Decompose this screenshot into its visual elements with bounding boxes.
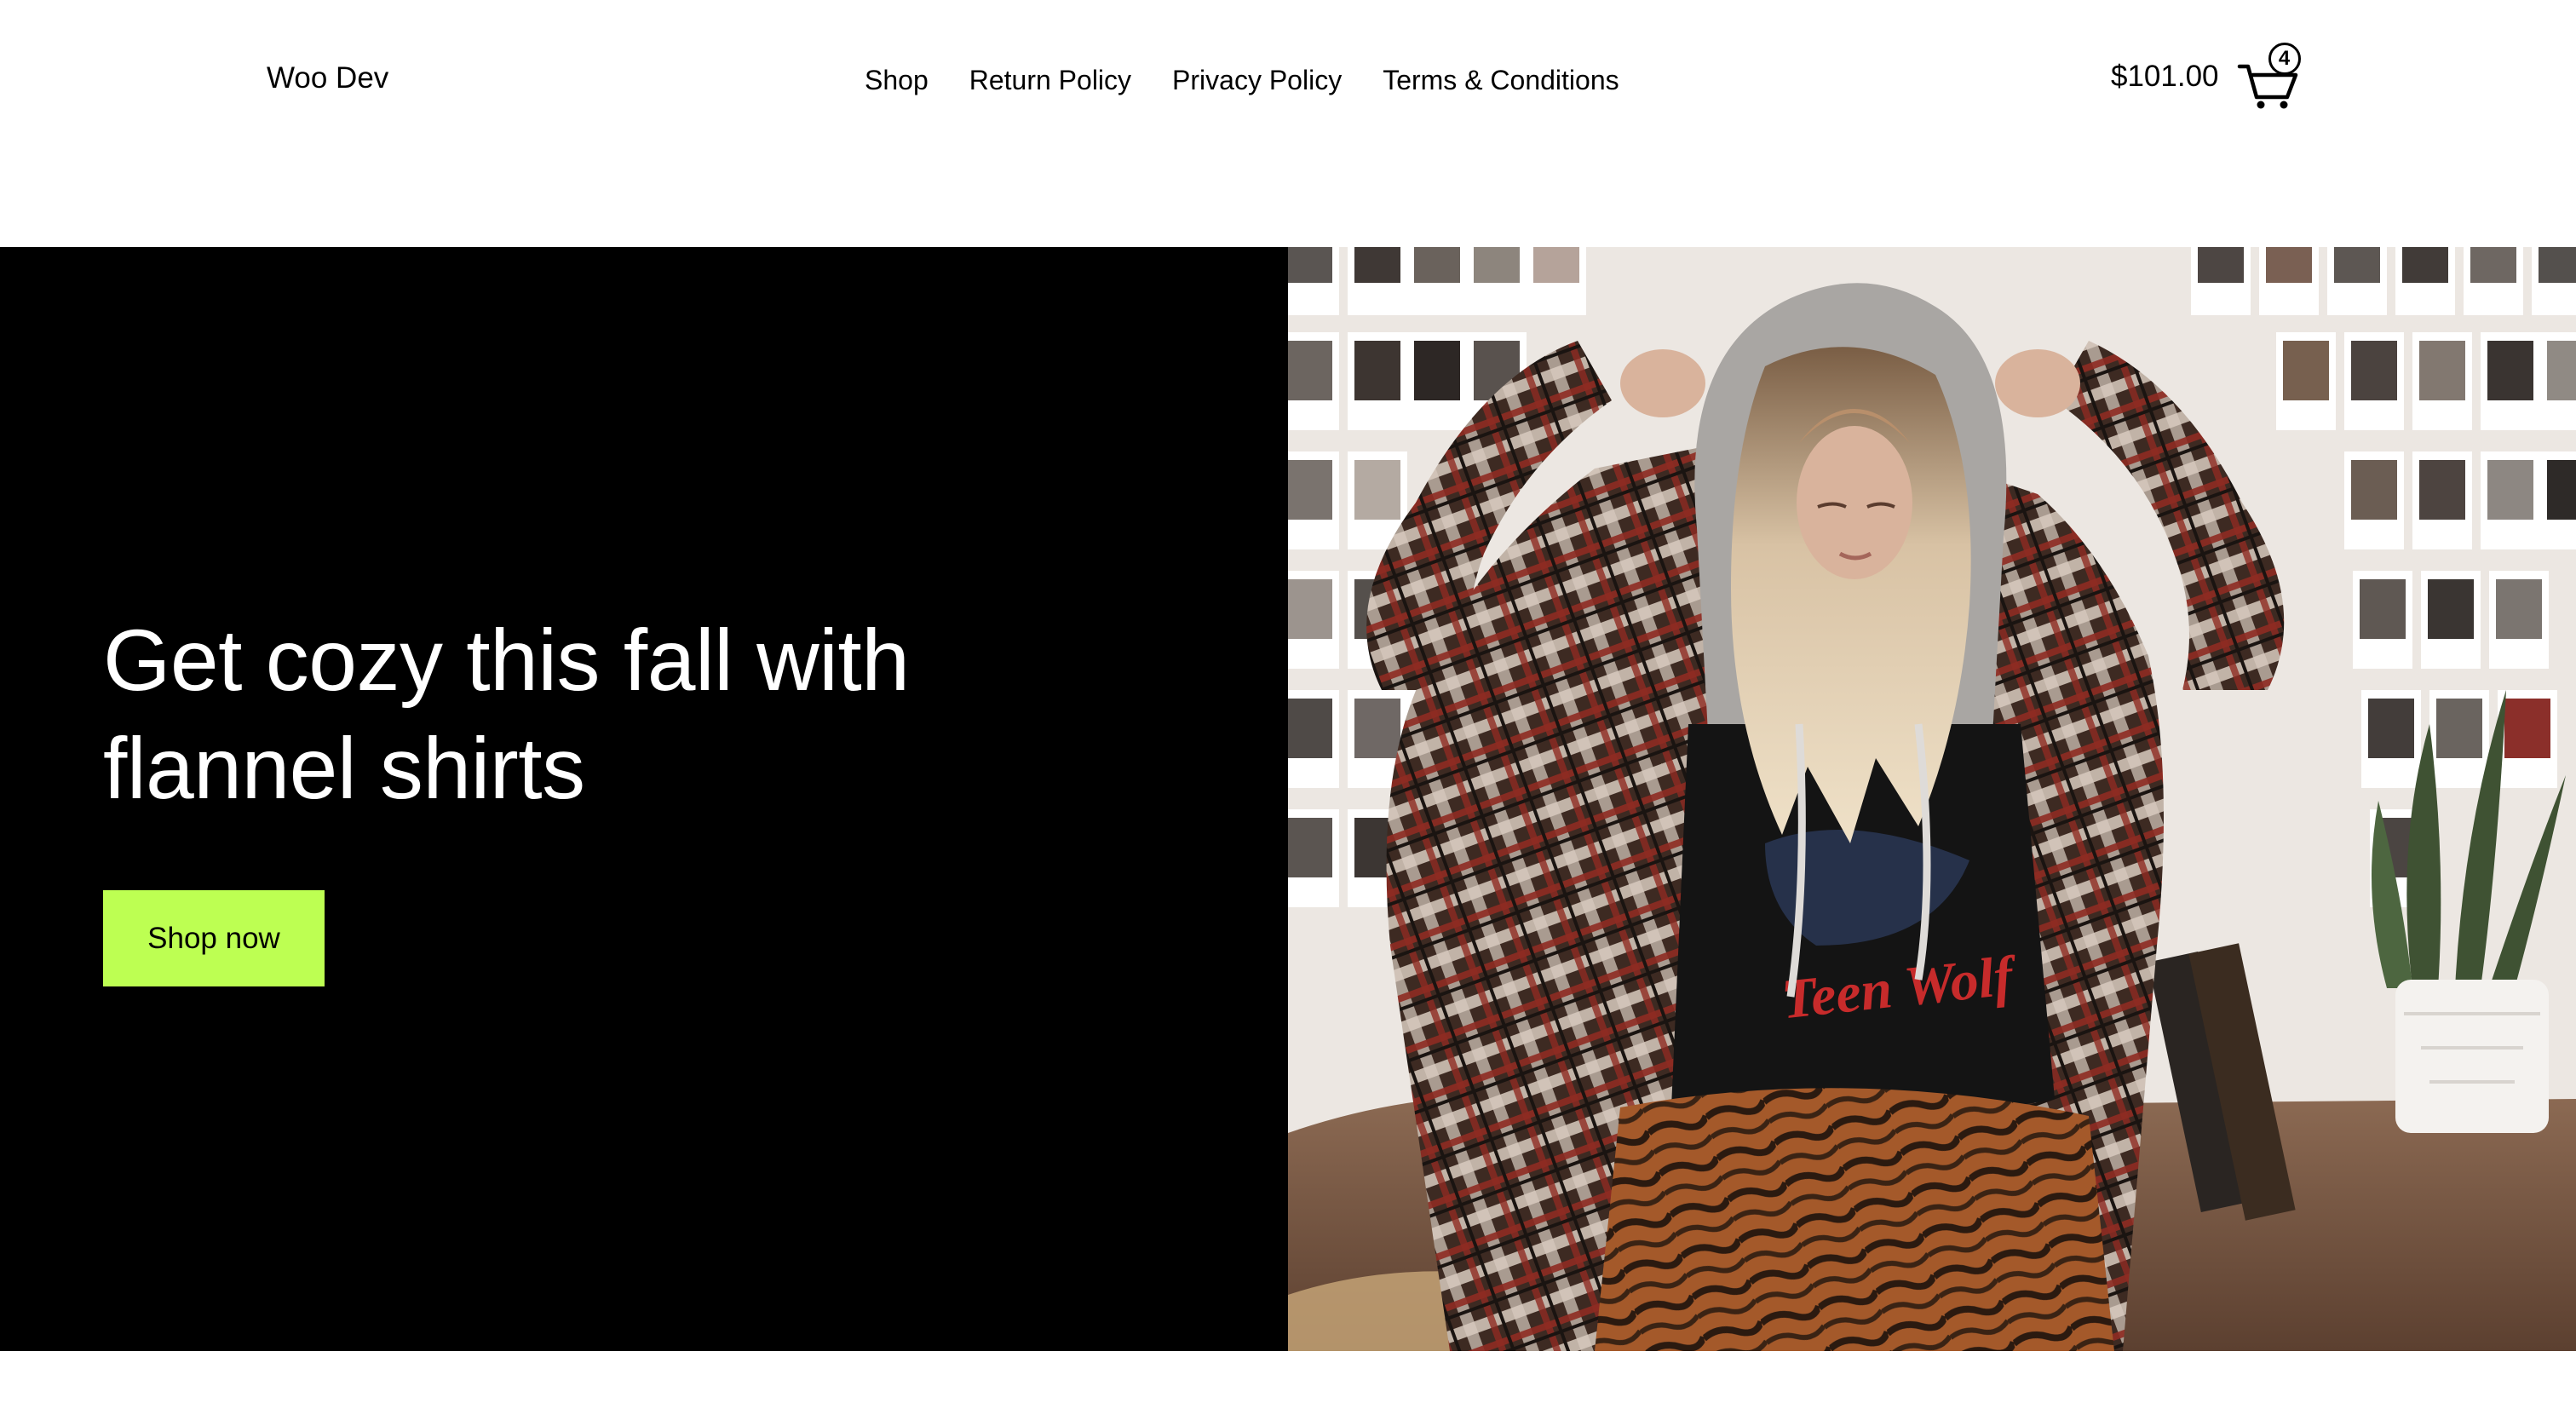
- site-title-link[interactable]: Woo Dev: [267, 60, 388, 97]
- hero-heading: Get cozy this fall with flannel shirts: [103, 612, 910, 817]
- shopping-cart-icon: 4: [2234, 43, 2303, 111]
- cart-count-badge: 4: [2268, 43, 2301, 75]
- nav-item-shop[interactable]: Shop: [865, 61, 929, 99]
- primary-navigation: Shop Return Policy Privacy Policy Terms …: [865, 61, 1619, 99]
- shop-now-button[interactable]: Shop now: [103, 890, 325, 986]
- mini-cart-button[interactable]: $101.00 4: [2111, 43, 2303, 111]
- cart-total: $101.00: [2111, 60, 2219, 93]
- nav-item-privacy-policy[interactable]: Privacy Policy: [1172, 61, 1342, 99]
- hero-banner: Get cozy this fall with flannel shirts S…: [0, 247, 2576, 1351]
- nav-item-return-policy[interactable]: Return Policy: [969, 61, 1131, 99]
- nav-item-terms-conditions[interactable]: Terms & Conditions: [1383, 61, 1619, 99]
- hero-photo-woman-in-flannel: Teen Wolf: [1288, 247, 2576, 1351]
- site-header: Woo Dev Shop Return Policy Privacy Polic…: [0, 0, 2576, 247]
- hero-text-panel: Get cozy this fall with flannel shirts S…: [0, 247, 1288, 1351]
